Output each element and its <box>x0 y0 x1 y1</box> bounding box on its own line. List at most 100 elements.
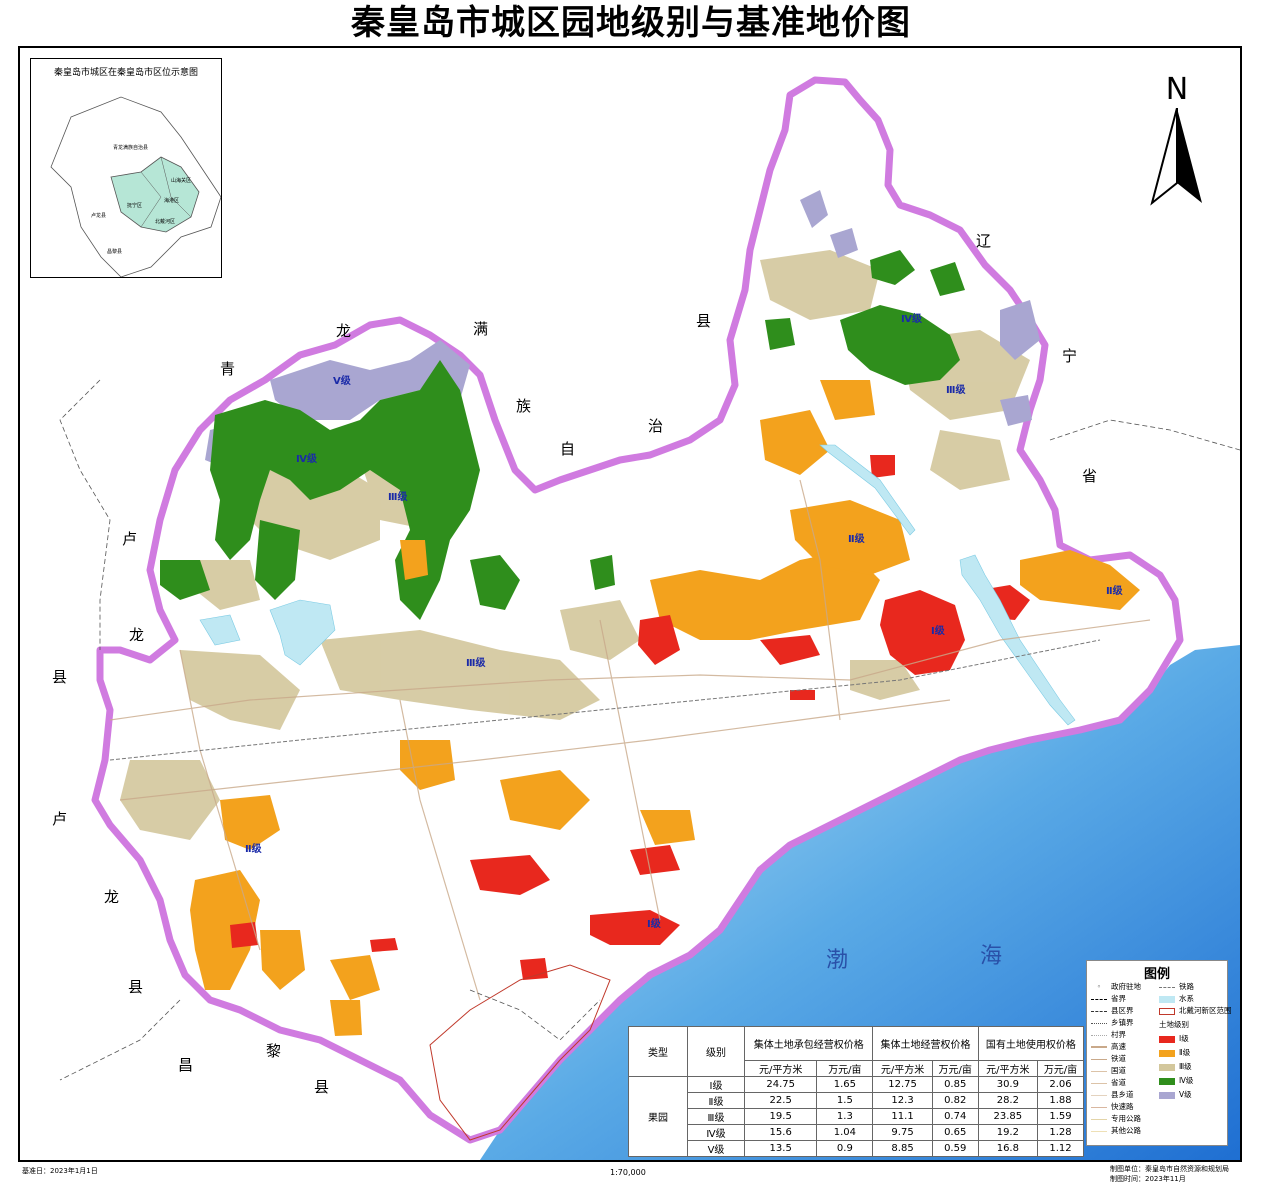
table-cell: 15.6 <box>743 1124 818 1141</box>
legend-item-grade-4: Ⅳ级 <box>1159 1075 1193 1086</box>
grade-label-1-south: Ⅰ级 <box>647 919 661 930</box>
legend-item-county-road: 县乡道 <box>1091 1089 1134 1100</box>
legend-land-grade-heading: 土地级别 <box>1159 1020 1189 1029</box>
footer-scale: 1:70,000 <box>610 1168 646 1177</box>
grade-label-3-north: Ⅲ级 <box>946 385 966 396</box>
table-cell: 0.82 <box>931 1092 979 1109</box>
table-row: 果园 Ⅰ级 24.75 1.65 12.75 0.85 30.9 2.06 <box>628 1076 1084 1157</box>
svg-text:卢龙县: 卢龙县 <box>91 212 106 219</box>
table-cell: 1.3 <box>816 1108 874 1125</box>
grade-label-4-west: Ⅳ级 <box>296 454 317 465</box>
region-label-qinglong-6: 县 <box>696 312 712 330</box>
table-header-group-1: 集体土地经营权价格 <box>872 1026 979 1061</box>
table-cell: 1.04 <box>816 1124 874 1141</box>
region-label-lulong-w-2: 县 <box>52 668 68 686</box>
legend-item-railway: 铁路 <box>1159 981 1194 992</box>
table-cell: 8.85 <box>872 1140 933 1157</box>
grade-label-3-west: Ⅲ级 <box>388 492 408 503</box>
table-cell-grade: Ⅰ级 <box>687 1076 745 1093</box>
table-cell: 19.2 <box>977 1124 1039 1141</box>
table-cell-grade: Ⅱ级 <box>687 1092 745 1109</box>
region-label-qinglong-2: 满 <box>473 320 489 338</box>
table-cell: 0.9 <box>816 1140 874 1157</box>
table-cell: 1.28 <box>1037 1124 1084 1141</box>
legend-item-national-road: 国道 <box>1091 1065 1126 1076</box>
table-header-group-2: 国有土地使用权价格 <box>977 1026 1085 1061</box>
table-cell: 22.5 <box>743 1092 818 1109</box>
legend-item-province-border: 省界 <box>1091 993 1126 1004</box>
legend-item-township-border: 乡镇界 <box>1091 1017 1134 1028</box>
table-cell: 0.65 <box>931 1124 979 1141</box>
region-label-changli-2: 县 <box>314 1078 330 1096</box>
grade-label-2-west: Ⅱ级 <box>245 844 262 855</box>
table-cell-grade: Ⅲ级 <box>687 1108 745 1125</box>
grade-label-2-north: Ⅱ级 <box>848 534 865 545</box>
legend-item-beidaihe-new-district: 北戴河新区范围 <box>1159 1005 1232 1016</box>
grade-label-5: Ⅴ级 <box>333 376 351 387</box>
map-title: 秦皇岛市城区园地级别与基准地价图 <box>351 3 911 43</box>
region-label-qinglong-5: 治 <box>648 417 664 435</box>
table-cell: 12.3 <box>872 1092 933 1109</box>
svg-text:抚宁区: 抚宁区 <box>127 202 142 209</box>
region-label-liaoning-2: 省 <box>1082 467 1098 485</box>
table-header-grade: 级别 <box>687 1026 745 1077</box>
grade-label-3-central: Ⅲ级 <box>466 658 486 669</box>
table-cell: 12.75 <box>872 1076 933 1093</box>
legend-title: 图例 <box>1143 967 1170 982</box>
region-label-liaoning-0: 辽 <box>976 232 992 250</box>
table-row: Ⅱ级 22.5 1.5 12.3 0.82 28.2 1.88 <box>629 1092 1084 1109</box>
svg-text:青龙满族自治县: 青龙满族自治县 <box>113 144 148 151</box>
legend-item-railroad: 铁道 <box>1091 1053 1126 1064</box>
table-unit: 万元/亩 <box>931 1060 979 1077</box>
table-cell: 0.85 <box>931 1076 979 1093</box>
region-label-changli-0: 昌 <box>178 1056 194 1074</box>
region-label-lulong-w-0: 卢 <box>122 530 138 548</box>
region-label-lulong-sw-1: 龙 <box>104 888 120 906</box>
table-unit: 元/平方米 <box>743 1060 818 1077</box>
table-cell-grade: Ⅴ级 <box>687 1140 745 1157</box>
legend-item-county-border: 县区界 <box>1091 1005 1134 1016</box>
table-cell: 28.2 <box>977 1092 1039 1109</box>
region-label-qinglong-1: 龙 <box>336 322 352 340</box>
table-type-value: 果园 <box>628 1076 688 1157</box>
grade-label-2-east: Ⅱ级 <box>1106 586 1123 597</box>
legend-item-grade-1: Ⅰ级 <box>1159 1033 1189 1044</box>
table-cell-grade: Ⅳ级 <box>687 1124 745 1141</box>
legend-item-govt: ◦ 政府驻地 <box>1096 982 1141 991</box>
table-unit: 万元/亩 <box>816 1060 874 1077</box>
table-cell: 0.59 <box>931 1140 979 1157</box>
north-arrow-icon <box>1150 108 1202 206</box>
table-cell: 11.1 <box>872 1108 933 1125</box>
legend-item-grade-5: Ⅴ级 <box>1159 1089 1192 1100</box>
footer-producer: 制图单位：秦皇岛市自然资源和规划局 <box>1110 1165 1229 1173</box>
table-cell: 1.59 <box>1037 1108 1084 1125</box>
legend-item-expressway: 快速路 <box>1091 1101 1134 1112</box>
table-cell: 0.74 <box>931 1108 979 1125</box>
location-inset-map: 秦皇岛市城区在秦皇岛市区位示意图 青龙满族自治县 抚宁区 卢龙县 山海关区 海港… <box>30 58 222 278</box>
svg-text:海港区: 海港区 <box>164 197 179 204</box>
region-label-lulong-sw-0: 卢 <box>52 810 68 828</box>
region-label-lulong-w-1: 龙 <box>129 626 145 644</box>
footer-production-date: 制图时间：2023年11月 <box>1110 1175 1186 1183</box>
table-cell: 9.75 <box>872 1124 933 1141</box>
svg-text:昌黎县: 昌黎县 <box>107 248 122 255</box>
legend-item-grade-3: Ⅲ级 <box>1159 1061 1192 1072</box>
table-cell: 1.65 <box>816 1076 874 1093</box>
table-cell: 1.88 <box>1037 1092 1084 1109</box>
legend-item-other-road: 其他公路 <box>1091 1125 1141 1136</box>
price-table: 类型 级别 集体土地承包经营权价格 集体土地经营权价格 国有土地使用权价格 元/… <box>628 1026 1085 1157</box>
table-row: Ⅳ级 15.6 1.04 9.75 0.65 19.2 1.28 <box>629 1124 1084 1141</box>
table-unit: 万元/亩 <box>1037 1060 1084 1077</box>
region-label-qinglong-0: 青 <box>220 360 236 378</box>
table-cell: 30.9 <box>977 1076 1039 1093</box>
sea-label-1: 海 <box>980 944 1003 969</box>
inset-svg: 青龙满族自治县 抚宁区 卢龙县 山海关区 海港区 北戴河区 昌黎县 <box>50 96 221 277</box>
north-arrow: N <box>1142 72 1212 212</box>
table-cell: 2.06 <box>1037 1076 1084 1093</box>
legend-item-special-road: 专用公路 <box>1091 1113 1141 1124</box>
footer-base-date: 基准日：2023年1月1日 <box>22 1167 98 1175</box>
grade-label-4-north: Ⅳ级 <box>901 314 922 325</box>
table-cell: 13.5 <box>743 1140 818 1157</box>
table-cell: 1.12 <box>1037 1140 1084 1157</box>
north-label: N <box>1165 72 1189 107</box>
